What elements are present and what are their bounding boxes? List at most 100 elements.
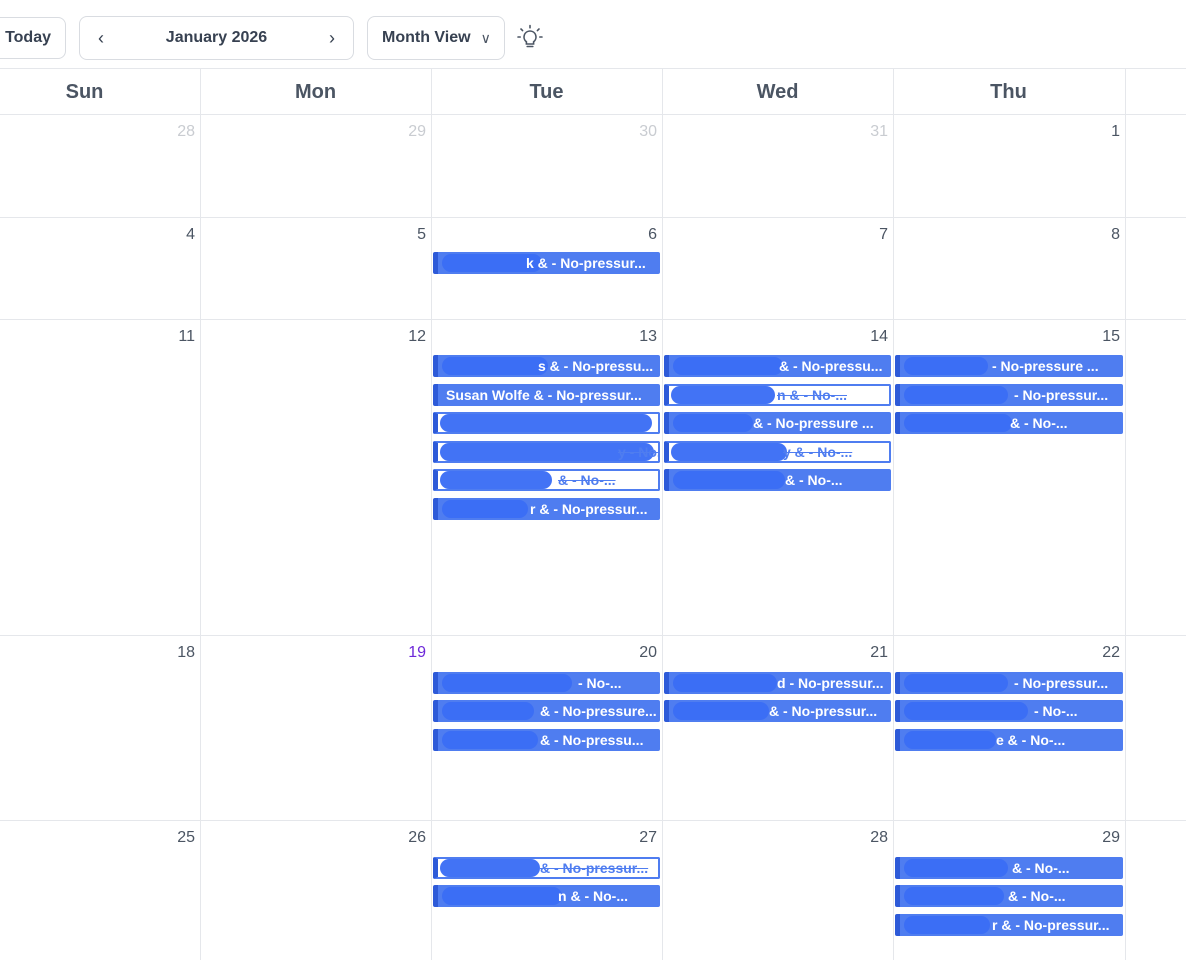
lightbulb-icon[interactable] bbox=[516, 24, 544, 52]
day-number[interactable]: 7 bbox=[848, 226, 888, 244]
day-number[interactable]: 20 bbox=[617, 644, 657, 662]
view-selector-label: Month View bbox=[382, 29, 471, 46]
calendar-event[interactable]: & - No-pressu... bbox=[664, 355, 891, 377]
day-number[interactable]: 13 bbox=[617, 328, 657, 346]
column-divider bbox=[662, 69, 663, 960]
event-title: n & - No-... bbox=[777, 387, 847, 403]
day-number[interactable]: 28 bbox=[155, 123, 195, 141]
calendar-event[interactable]: k & - No-pressur... bbox=[433, 252, 660, 274]
event-title: & - No-pressure... bbox=[540, 703, 657, 719]
day-number[interactable]: 11 bbox=[155, 328, 195, 346]
event-title: & - No-pressure ... bbox=[753, 415, 874, 431]
day-number[interactable]: 26 bbox=[386, 829, 426, 847]
weekday-header-tue: Tue bbox=[529, 81, 564, 103]
calendar-event[interactable]: r & - No-pressur... bbox=[433, 498, 660, 520]
day-number[interactable]: 18 bbox=[155, 644, 195, 662]
calendar-event[interactable]: & - No-... bbox=[664, 469, 891, 491]
calendar-event[interactable]: & - No-pressu... bbox=[433, 729, 660, 751]
day-number[interactable]: 25 bbox=[155, 829, 195, 847]
event-title: & - No-... bbox=[558, 472, 616, 488]
calendar-event[interactable]: - No-pressur... bbox=[895, 672, 1123, 694]
redaction-mark bbox=[673, 414, 753, 432]
event-title: - No-pressur... bbox=[1014, 675, 1109, 691]
calendar-event[interactable]: & - No-pressure... bbox=[433, 700, 660, 722]
month-navigator: ‹ January 2026 › bbox=[79, 16, 354, 60]
calendar-event-declined[interactable] bbox=[433, 412, 660, 434]
calendar-event[interactable]: d - No-pressur... bbox=[664, 672, 891, 694]
event-title: & - No-... bbox=[1010, 415, 1068, 431]
redaction-mark bbox=[904, 916, 990, 934]
calendar-event[interactable]: e & - No-... bbox=[895, 729, 1123, 751]
calendar-event[interactable]: & - No-... bbox=[895, 885, 1123, 907]
redaction-mark bbox=[673, 357, 783, 375]
day-number[interactable]: 22 bbox=[1080, 644, 1120, 662]
redaction-mark bbox=[440, 471, 552, 489]
day-number[interactable]: 1 bbox=[1080, 123, 1120, 141]
redaction-mark bbox=[904, 674, 1008, 692]
event-title: - No-... bbox=[578, 675, 622, 691]
row-divider bbox=[0, 635, 1186, 636]
redaction-mark bbox=[904, 357, 988, 375]
calendar-event[interactable]: n & - No-... bbox=[433, 885, 660, 907]
event-title: k & - No-pressur... bbox=[526, 255, 646, 271]
day-number[interactable]: 15 bbox=[1080, 328, 1120, 346]
day-number[interactable]: 4 bbox=[155, 226, 195, 244]
calendar-event[interactable]: - No-... bbox=[433, 672, 660, 694]
day-number[interactable]: 14 bbox=[848, 328, 888, 346]
calendar-event[interactable]: r & - No-pressur... bbox=[895, 914, 1123, 936]
day-number[interactable]: 21 bbox=[848, 644, 888, 662]
event-title: Susan Wolfe & - No-pressur... bbox=[446, 387, 642, 403]
calendar-event[interactable]: - No-pressur... bbox=[895, 384, 1123, 406]
redaction-mark bbox=[440, 859, 540, 877]
redaction-mark bbox=[442, 731, 538, 749]
row-divider bbox=[0, 319, 1186, 320]
day-number[interactable]: 5 bbox=[386, 226, 426, 244]
calendar-event-declined[interactable]: y & - No-... bbox=[664, 441, 891, 463]
redaction-mark bbox=[442, 702, 534, 720]
redaction-mark bbox=[904, 731, 996, 749]
calendar-event[interactable]: & - No-... bbox=[895, 857, 1123, 879]
redaction-mark bbox=[442, 674, 572, 692]
view-selector-dropdown[interactable]: Month View ∨ bbox=[367, 16, 505, 60]
redaction-mark bbox=[442, 887, 562, 905]
event-title: - No-pressur... bbox=[1014, 387, 1109, 403]
calendar-event[interactable]: & - No-... bbox=[895, 412, 1123, 434]
calendar-event[interactable]: s & - No-pressu... bbox=[433, 355, 660, 377]
day-number[interactable]: 29 bbox=[1080, 829, 1120, 847]
calendar-event-declined[interactable]: & - No-pressur... bbox=[433, 857, 660, 879]
row-divider bbox=[0, 114, 1186, 115]
calendar-event-declined[interactable]: y - No... bbox=[433, 441, 660, 463]
day-number[interactable]: 8 bbox=[1080, 226, 1120, 244]
day-number[interactable]: 12 bbox=[386, 328, 426, 346]
event-title: d - No-pressur... bbox=[777, 675, 884, 691]
redaction-mark bbox=[442, 357, 548, 375]
day-number-today[interactable]: 19 bbox=[386, 644, 426, 662]
day-number[interactable]: 29 bbox=[386, 123, 426, 141]
event-title: & - No-... bbox=[1008, 888, 1066, 904]
weekday-header-mon: Mon bbox=[294, 81, 337, 103]
event-title: y & - No-... bbox=[783, 444, 853, 460]
day-number[interactable]: 30 bbox=[617, 123, 657, 141]
calendar-event[interactable]: & - No-pressur... bbox=[664, 700, 891, 722]
calendar-event[interactable]: & - No-pressure ... bbox=[664, 412, 891, 434]
day-number[interactable]: 28 bbox=[848, 829, 888, 847]
column-divider bbox=[431, 69, 432, 960]
chevron-right-icon[interactable]: › bbox=[313, 17, 351, 59]
weekday-header-sun: Sun bbox=[65, 81, 104, 103]
day-number[interactable]: 31 bbox=[848, 123, 888, 141]
calendar-event-declined[interactable]: n & - No-... bbox=[664, 384, 891, 406]
event-title: & - No-pressur... bbox=[769, 703, 878, 719]
day-number[interactable]: 27 bbox=[617, 829, 657, 847]
redaction-mark bbox=[904, 887, 1004, 905]
day-number[interactable]: 6 bbox=[617, 226, 657, 244]
today-button[interactable]: Today bbox=[0, 17, 66, 59]
event-title: r & - No-pressur... bbox=[992, 917, 1110, 933]
redaction-mark bbox=[904, 859, 1008, 877]
redaction-mark bbox=[671, 443, 787, 461]
event-title: e & - No-... bbox=[996, 732, 1066, 748]
event-title: - No-pressure ... bbox=[992, 358, 1099, 374]
calendar-event[interactable]: Susan Wolfe & - No-pressur... bbox=[433, 384, 660, 406]
calendar-event[interactable]: - No-pressure ... bbox=[895, 355, 1123, 377]
calendar-event-declined[interactable]: & - No-... bbox=[433, 469, 660, 491]
calendar-event[interactable]: - No-... bbox=[895, 700, 1123, 722]
